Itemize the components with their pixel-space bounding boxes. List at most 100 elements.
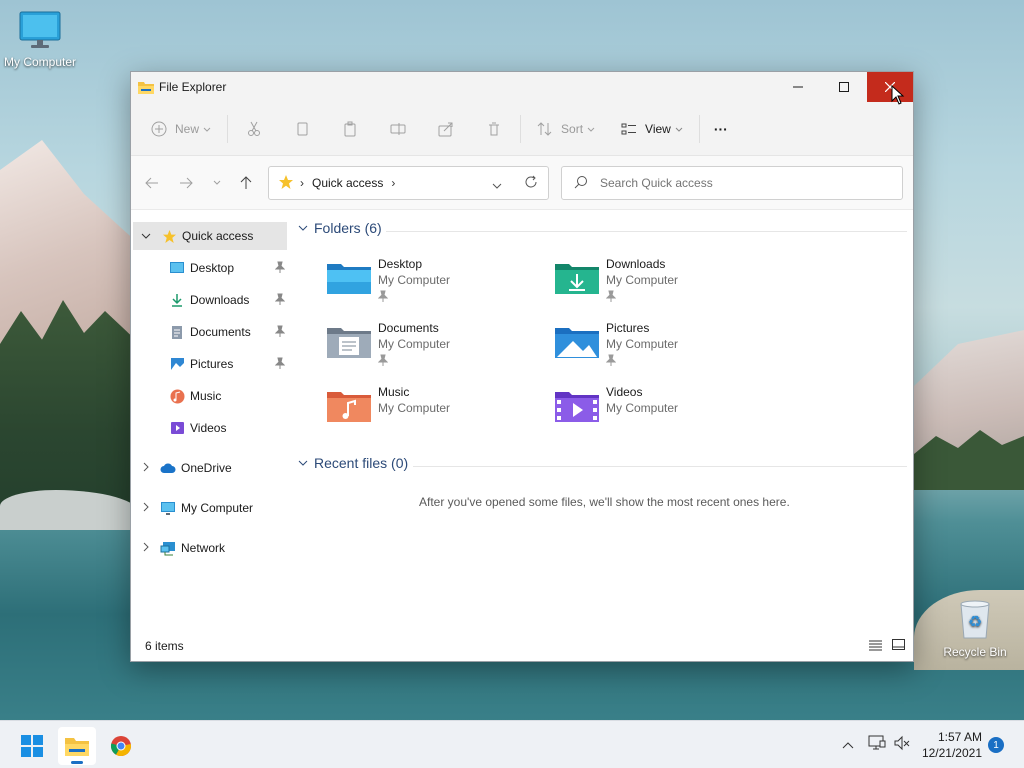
network-icon bbox=[160, 540, 176, 556]
sidebar-item-videos[interactable]: Videos bbox=[133, 414, 287, 442]
sidebar-item-label: Pictures bbox=[190, 357, 234, 371]
desktop-icon-label: Recycle Bin bbox=[943, 645, 1007, 659]
folder-tile-pictures[interactable]: Pictures My Computer bbox=[555, 319, 775, 379]
search-box[interactable] bbox=[561, 166, 903, 200]
speaker-muted-icon bbox=[894, 735, 910, 751]
folder-tile-downloads[interactable]: Downloads My Computer bbox=[555, 255, 775, 315]
chevron-down-icon bbox=[587, 122, 595, 136]
rename-icon bbox=[388, 119, 408, 139]
sort-label: Sort bbox=[561, 121, 584, 136]
chevron-down-icon bbox=[675, 122, 683, 136]
chevron-down-icon bbox=[492, 183, 502, 189]
maximize-icon bbox=[839, 82, 849, 92]
more-options-button[interactable]: ··· bbox=[714, 113, 728, 145]
folder-tile-desktop[interactable]: Desktop My Computer bbox=[327, 255, 547, 315]
pin-icon bbox=[274, 293, 286, 308]
volume-tray-icon[interactable] bbox=[894, 735, 910, 754]
videos-folder-icon bbox=[555, 392, 599, 422]
search-input[interactable] bbox=[600, 176, 890, 190]
share-button[interactable] bbox=[436, 113, 456, 145]
folder-tile-documents[interactable]: Documents My Computer bbox=[327, 319, 547, 379]
pin-icon bbox=[274, 357, 286, 372]
folder-tile-music[interactable]: Music My Computer bbox=[327, 383, 547, 443]
close-button[interactable] bbox=[867, 72, 913, 102]
view-button[interactable]: View bbox=[619, 113, 683, 145]
show-hidden-icons-button[interactable] bbox=[842, 738, 854, 752]
cut-button[interactable] bbox=[244, 113, 264, 145]
refresh-button[interactable] bbox=[524, 175, 538, 192]
maximize-button[interactable] bbox=[821, 72, 867, 102]
recent-files-section-header[interactable]: Recent files (0) bbox=[298, 455, 408, 471]
sidebar-item-onedrive[interactable]: OneDrive bbox=[133, 454, 287, 482]
folder-name: Videos bbox=[606, 385, 643, 399]
sidebar-item-label: Downloads bbox=[190, 293, 250, 307]
taskbar-file-explorer[interactable] bbox=[58, 727, 96, 765]
search-icon bbox=[574, 175, 588, 192]
title-bar[interactable]: File Explorer bbox=[131, 72, 913, 102]
clock[interactable]: 1:57 AM 12/21/2021 bbox=[922, 729, 982, 761]
arrow-right-icon bbox=[180, 177, 193, 189]
desktop-icon-recycle-bin[interactable]: ♻ Recycle Bin bbox=[935, 598, 1015, 659]
start-button[interactable] bbox=[13, 727, 51, 765]
sort-icon bbox=[535, 119, 555, 139]
paste-button[interactable] bbox=[340, 113, 360, 145]
toolbar-divider bbox=[227, 114, 229, 143]
recycle-bin-icon: ♻ bbox=[960, 600, 990, 639]
new-button[interactable]: New bbox=[149, 113, 211, 145]
downloads-folder-icon bbox=[555, 264, 599, 294]
copy-icon bbox=[292, 119, 312, 139]
taskbar-chrome[interactable] bbox=[102, 727, 140, 765]
minimize-button[interactable] bbox=[775, 72, 821, 102]
sidebar-item-quick-access[interactable]: Quick access bbox=[133, 222, 287, 250]
toolbar-divider bbox=[520, 114, 522, 143]
large-icons-view-button[interactable] bbox=[892, 639, 905, 654]
chevron-right-icon bbox=[143, 501, 150, 515]
sidebar-item-my-computer[interactable]: My Computer bbox=[133, 494, 287, 522]
folder-name: Music bbox=[378, 385, 410, 399]
pin-icon bbox=[605, 290, 617, 305]
sort-button[interactable]: Sort bbox=[535, 113, 595, 145]
sidebar-item-label: Music bbox=[190, 389, 222, 403]
folder-location: My Computer bbox=[606, 337, 679, 351]
minimize-icon bbox=[793, 86, 803, 88]
folders-section-header[interactable]: Folders (6) bbox=[298, 220, 382, 236]
pin-icon bbox=[274, 261, 286, 276]
chevron-right-icon bbox=[143, 541, 150, 555]
sidebar-item-desktop[interactable]: Desktop bbox=[133, 254, 287, 282]
details-view-button[interactable] bbox=[869, 639, 882, 654]
recent-locations-button[interactable] bbox=[207, 173, 227, 193]
pin-icon bbox=[605, 354, 617, 369]
forward-button[interactable] bbox=[176, 173, 196, 193]
picture-icon bbox=[169, 356, 185, 372]
ethernet-icon bbox=[868, 735, 886, 750]
wallpaper-trees bbox=[0, 300, 140, 520]
delete-button[interactable] bbox=[484, 113, 504, 145]
chevron-down-icon bbox=[203, 122, 211, 136]
sidebar-item-label: OneDrive bbox=[181, 461, 232, 475]
notification-badge[interactable]: 1 bbox=[988, 737, 1004, 753]
desktop-icon-my-computer[interactable]: My Computer bbox=[0, 10, 80, 69]
address-history-button[interactable] bbox=[492, 179, 502, 193]
section-divider bbox=[386, 231, 907, 232]
rename-button[interactable] bbox=[388, 113, 408, 145]
sidebar-item-pictures[interactable]: Pictures bbox=[133, 350, 287, 378]
music-icon bbox=[169, 388, 185, 404]
address-bar[interactable]: › Quick access › bbox=[268, 166, 549, 200]
pictures-folder-icon bbox=[555, 328, 599, 358]
sidebar-item-documents[interactable]: Documents bbox=[133, 318, 287, 346]
copy-button[interactable] bbox=[292, 113, 312, 145]
folder-tile-videos[interactable]: Videos My Computer bbox=[555, 383, 775, 443]
monitor-icon bbox=[19, 11, 61, 48]
back-button[interactable] bbox=[142, 173, 162, 193]
recent-files-empty-message: After you've opened some files, we'll sh… bbox=[419, 495, 790, 509]
up-button[interactable] bbox=[236, 173, 256, 193]
music-folder-icon bbox=[327, 392, 371, 422]
folder-location: My Computer bbox=[606, 273, 679, 287]
network-tray-icon[interactable] bbox=[868, 735, 886, 754]
sidebar-item-music[interactable]: Music bbox=[133, 382, 287, 410]
folder-name: Documents bbox=[378, 321, 439, 335]
sidebar-item-network[interactable]: Network bbox=[133, 534, 287, 562]
arrow-up-icon bbox=[240, 176, 252, 189]
sidebar-item-downloads[interactable]: Downloads bbox=[133, 286, 287, 314]
breadcrumb-quick-access[interactable]: Quick access bbox=[312, 176, 383, 190]
